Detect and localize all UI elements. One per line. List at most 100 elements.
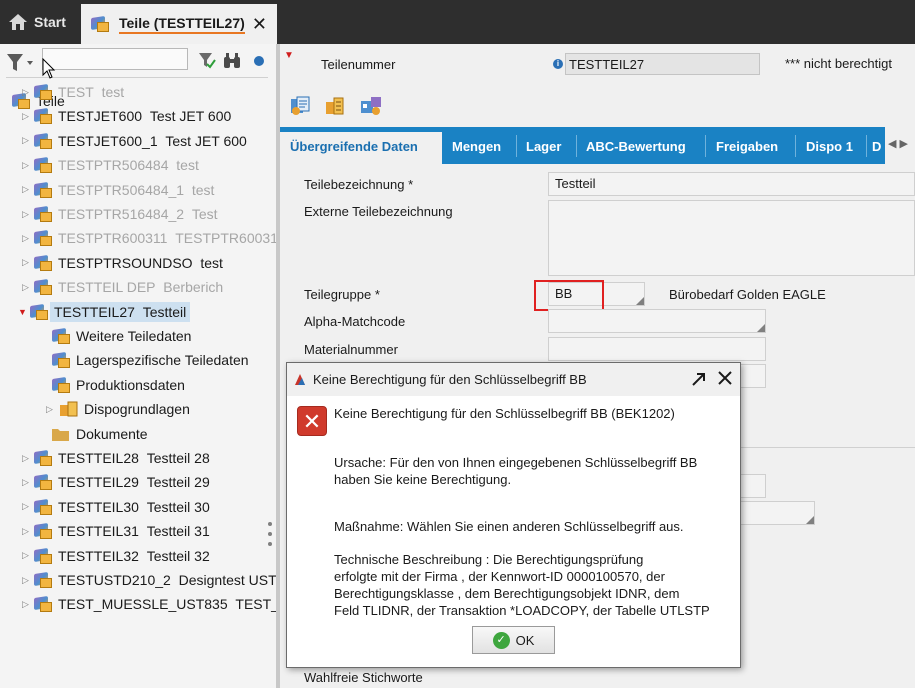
tree-subitem[interactable]: Lagerspezifische Teiledaten xyxy=(50,349,249,371)
collapsed-triangle-icon[interactable]: ▷ xyxy=(22,282,32,293)
tree-item[interactable]: ▷ TEST_MUESSLE_UST835 TEST_M xyxy=(22,593,291,615)
tree-item[interactable]: ▷ TESTJET600_1 Test JET 600 xyxy=(22,130,247,152)
part-description: Test JET 600 xyxy=(165,132,247,149)
part-code: TESTJET600 xyxy=(58,108,143,125)
collapsed-triangle-icon[interactable]: ▷ xyxy=(22,599,32,610)
part-code: TESTTEIL32 xyxy=(58,547,139,564)
tab-uebergreifende-daten[interactable]: Übergreifende Daten xyxy=(280,132,442,164)
binoculars-icon[interactable] xyxy=(223,52,241,70)
tree-subitem[interactable]: ▷ Dispogrundlagen xyxy=(46,398,190,420)
part-description: Designtest UST xyxy=(178,572,277,588)
tree-item[interactable]: ▷ TESTTEIL31 Testteil 31 xyxy=(22,520,210,542)
tab-freigaben[interactable]: Freigaben xyxy=(706,127,788,164)
part-cube-icon xyxy=(32,132,54,150)
tab-overflow[interactable]: D xyxy=(868,127,885,164)
tree-item-label: TESTTEIL31 Testteil 31 xyxy=(58,523,210,539)
tree-item[interactable]: ▷ TESTJET600 Test JET 600 xyxy=(22,105,231,127)
tab-mengen[interactable]: Mengen xyxy=(442,127,511,164)
collapsed-triangle-icon[interactable]: ▷ xyxy=(22,135,32,146)
collapsed-triangle-icon[interactable]: ▷ xyxy=(22,477,32,488)
tree-item[interactable]: ▷ TESTTEIL32 Testteil 32 xyxy=(22,545,210,567)
part-description: Testteil 32 xyxy=(146,547,210,564)
tab-teile-label: Teile (TESTTEIL27) xyxy=(119,15,245,34)
error-highlight-box xyxy=(534,280,604,311)
collapsed-triangle-icon[interactable]: ▷ xyxy=(22,257,32,268)
collapsed-triangle-icon[interactable]: ▷ xyxy=(22,550,32,561)
teilenummer-label: Teilenummer xyxy=(321,57,396,72)
tab-teile[interactable]: Teile (TESTTEIL27) ✕ xyxy=(81,4,277,44)
dropdown-corner-icon[interactable] xyxy=(757,324,765,332)
collapsed-triangle-icon[interactable]: ▷ xyxy=(46,404,56,415)
tree-item[interactable]: ▷ TESTTEIL28 Testteil 28 xyxy=(22,447,210,469)
dropdown-corner-icon[interactable] xyxy=(806,516,814,524)
tree-subitem[interactable]: Produktionsdaten xyxy=(50,374,185,396)
filter-input[interactable] xyxy=(42,48,188,70)
close-icon[interactable] xyxy=(716,368,734,388)
tree-item[interactable]: ▷ TESTPTR506484_1 test xyxy=(22,179,214,201)
ok-button-label: OK xyxy=(515,632,535,648)
filter-icon[interactable] xyxy=(6,53,34,73)
part-cube-icon xyxy=(32,205,54,223)
expanded-triangle-icon[interactable]: ▼ xyxy=(18,307,28,317)
tab-lager[interactable]: Lager xyxy=(516,127,571,164)
tree-subitem[interactable]: Weitere Teiledaten xyxy=(50,325,191,347)
tab-abc-bewertung[interactable]: ABC-Bewertung xyxy=(576,127,696,164)
collapsed-triangle-icon[interactable]: ▷ xyxy=(22,233,32,244)
part-list-icon[interactable] xyxy=(324,96,346,116)
collapsed-triangle-icon[interactable]: ▷ xyxy=(22,575,32,586)
folder-icon xyxy=(52,428,69,441)
collapse-triangle-icon[interactable]: ▼ xyxy=(284,50,294,61)
part-cube-icon xyxy=(32,83,54,101)
part-description: test xyxy=(200,254,223,271)
teilebezeichnung-field[interactable]: Testteil xyxy=(548,172,915,196)
tab-start[interactable]: Start xyxy=(0,0,80,44)
tab-scroll-arrows[interactable]: ◀ ▶ xyxy=(888,137,908,150)
dialog-title: Keine Berechtigung für den Schlüsselbegr… xyxy=(313,372,587,387)
collapsed-triangle-icon[interactable]: ▷ xyxy=(22,209,32,220)
collapsed-triangle-icon[interactable]: ▷ xyxy=(22,184,32,195)
splitter-handle[interactable] xyxy=(268,522,272,550)
tree-item-label: TESTTEIL27 Testteil xyxy=(50,301,191,322)
externe-teilebezeichnung-field[interactable] xyxy=(548,200,915,276)
tree-item[interactable]: ▷ TESTUSTD210_2 Designtest UST xyxy=(22,569,277,591)
tab-dispo-1[interactable]: Dispo 1 xyxy=(796,127,863,164)
collapsed-triangle-icon[interactable]: ▷ xyxy=(22,501,32,512)
collapsed-triangle-icon[interactable]: ▷ xyxy=(22,160,32,171)
part-code: TESTTEIL30 xyxy=(58,498,139,515)
collapsed-triangle-icon[interactable]: ▷ xyxy=(22,526,32,537)
filter-check-icon[interactable] xyxy=(198,52,216,70)
collapsed-triangle-icon[interactable]: ▷ xyxy=(22,111,32,122)
tree-subitem[interactable]: Dokumente xyxy=(50,423,148,445)
part-description: TESTPTR600311 xyxy=(175,230,285,247)
ok-button[interactable]: ✓ OK xyxy=(472,626,555,654)
part-description: Test JET 600 xyxy=(149,108,232,125)
tree-item[interactable]: ▷ TESTPTR506484 test xyxy=(22,154,199,176)
expand-icon[interactable] xyxy=(690,369,708,389)
close-tab-icon[interactable]: ✕ xyxy=(252,14,267,35)
doc-cube-icon xyxy=(50,351,72,369)
tree-item[interactable]: ▷ TESTTEIL29 Testteil 29 xyxy=(22,471,210,493)
tree-item[interactable]: ▼ TESTTEIL27 Testteil xyxy=(18,301,191,323)
tree-subitem-label: Dokumente xyxy=(76,425,148,442)
tree-item[interactable]: ▷ TESTTEIL DEP Berberich xyxy=(22,276,223,298)
part-description: Testteil 28 xyxy=(146,450,210,466)
copy-part-icon[interactable] xyxy=(290,96,312,116)
dialog-titlebar[interactable]: Keine Berechtigung für den Schlüsselbegr… xyxy=(287,363,740,396)
teilenummer-field[interactable]: TESTTEIL27 xyxy=(565,53,760,75)
tree-item[interactable]: ▷ TESTPTRSOUNDSO test xyxy=(22,252,223,274)
part-code: TESTTEIL28 xyxy=(58,450,139,466)
dialog-massnahme: Maßnahme: Wählen Sie einen anderen Schlü… xyxy=(334,519,684,534)
tree-item[interactable]: ▷ TESTPTR600311 TESTPTR600311 xyxy=(22,227,285,249)
tree-item[interactable]: ▷ TESTPTR516484_2 Test xyxy=(22,203,218,225)
materialnummer-field[interactable] xyxy=(548,337,766,361)
teilebezeichnung-value: Testteil xyxy=(555,176,596,191)
collapsed-triangle-icon[interactable]: ▷ xyxy=(22,87,32,98)
warehouse-icon[interactable] xyxy=(360,96,382,116)
collapsed-triangle-icon[interactable]: ▷ xyxy=(22,453,32,464)
dropdown-corner-icon[interactable] xyxy=(636,297,644,305)
tree-item[interactable]: ▷ TEST test xyxy=(22,81,124,103)
tree-item[interactable]: ▷ TESTTEIL30 Testteil 30 xyxy=(22,496,210,518)
alpha-matchcode-field[interactable] xyxy=(548,309,766,333)
status-dot-icon[interactable] xyxy=(250,52,268,70)
teilebezeichnung-label: Teilebezeichnung * xyxy=(304,177,414,192)
